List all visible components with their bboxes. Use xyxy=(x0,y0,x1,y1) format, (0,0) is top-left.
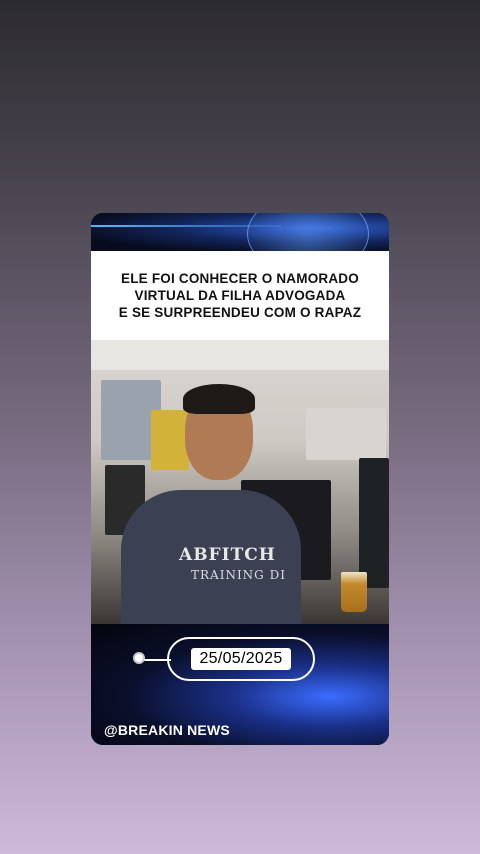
date-text: 25/05/2025 xyxy=(191,648,291,670)
shirt-print: ABFITCH xyxy=(179,545,276,565)
news-story-card[interactable]: ELE FOI CONHECER O NAMORADO VIRTUAL DA F… xyxy=(91,213,389,745)
photo-product-box xyxy=(151,410,189,470)
shirt-print-sub: TRAINING DI xyxy=(191,568,286,582)
photo-fridge xyxy=(359,458,389,588)
headline-text: ELE FOI CONHECER O NAMORADO VIRTUAL DA F… xyxy=(118,271,362,320)
photo-wall-shelf xyxy=(306,408,386,460)
timeline-dot-icon xyxy=(133,652,145,664)
beer-cup xyxy=(341,572,367,612)
story-photo: ABFITCH TRAINING DI xyxy=(91,340,389,624)
bottom-banner: 25/05/2025 @BREAKIN NEWS xyxy=(91,624,389,745)
person-hair xyxy=(183,384,255,414)
source-handle: @BREAKIN NEWS xyxy=(104,722,230,738)
photo-ceiling xyxy=(91,340,389,370)
headline-box: ELE FOI CONHECER O NAMORADO VIRTUAL DA F… xyxy=(91,251,389,340)
date-badge: 25/05/2025 xyxy=(167,637,315,681)
top-banner xyxy=(91,213,389,275)
